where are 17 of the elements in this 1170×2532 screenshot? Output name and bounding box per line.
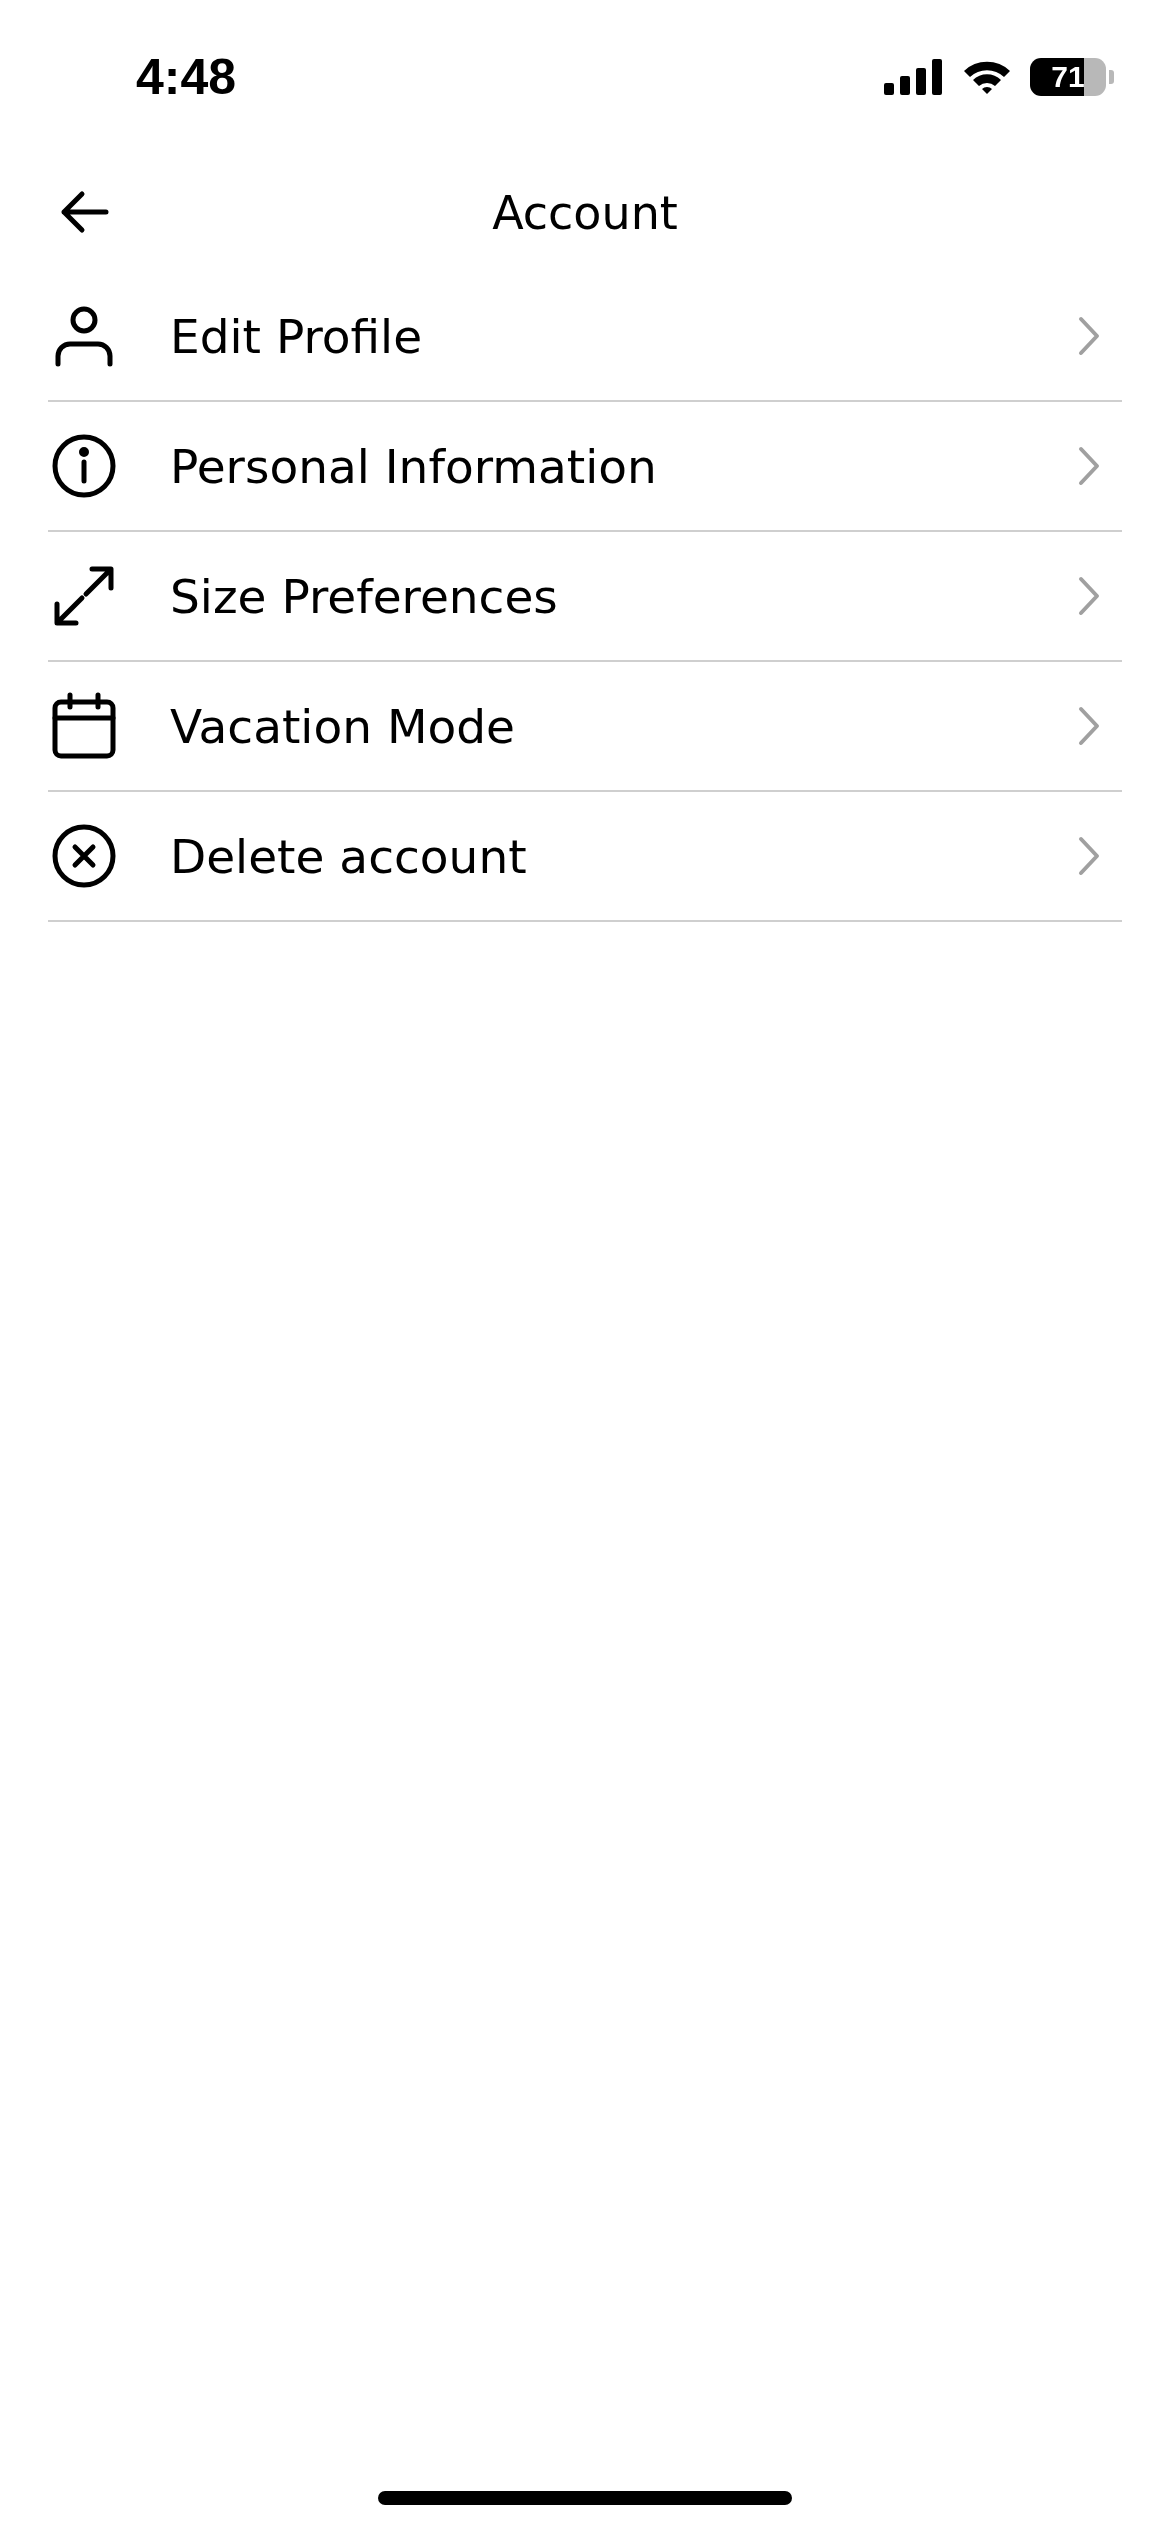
chevron-icon bbox=[1078, 576, 1100, 616]
menu-item[interactable]: Personal Information bbox=[48, 402, 1122, 532]
chevron-icon bbox=[1078, 316, 1100, 356]
page-title: Account bbox=[492, 186, 678, 240]
status-time: 4:48 bbox=[136, 48, 237, 106]
chevron-icon bbox=[1078, 836, 1100, 876]
circle-x-icon bbox=[50, 822, 118, 890]
calendar-icon bbox=[50, 692, 118, 760]
info-icon bbox=[50, 432, 118, 500]
wifi-icon bbox=[962, 59, 1012, 95]
chevron-icon bbox=[1078, 446, 1100, 486]
menu-item[interactable]: Edit Profile bbox=[48, 272, 1122, 402]
menu-item[interactable]: Delete account bbox=[48, 792, 1122, 922]
chevron-icon bbox=[1078, 706, 1100, 746]
menu-item[interactable]: Size Preferences bbox=[48, 532, 1122, 662]
signal-icon bbox=[884, 59, 944, 95]
menu-item[interactable]: Vacation Mode bbox=[48, 662, 1122, 792]
